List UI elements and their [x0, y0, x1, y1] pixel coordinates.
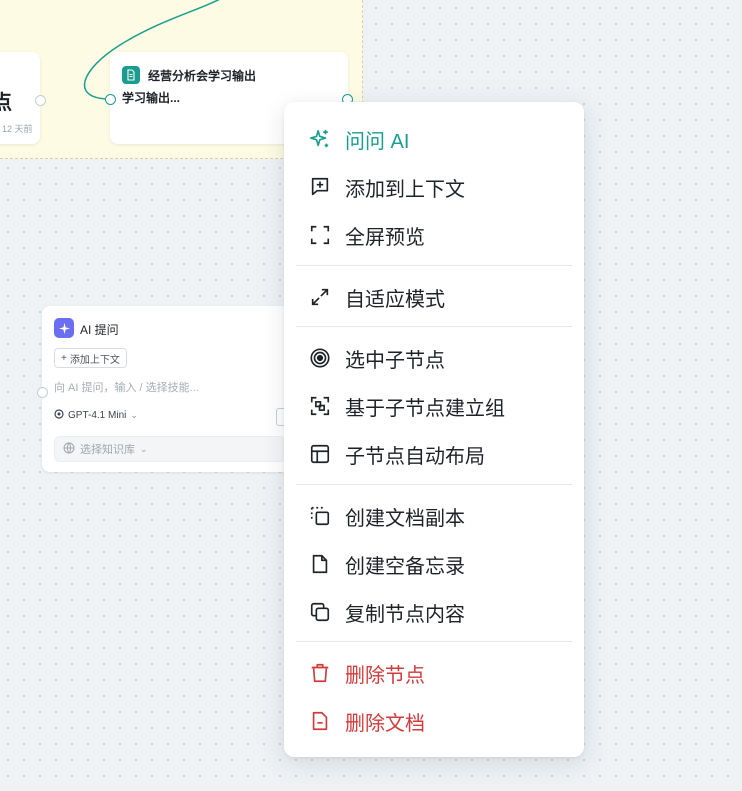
expand-icon — [309, 286, 331, 308]
menu-item-delete-document[interactable]: 删除文档 — [296, 701, 572, 741]
document-node-title: 经营分析会学习输出 — [148, 69, 257, 83]
node-timestamp: 12 天前 — [2, 124, 33, 134]
menu-divider — [296, 326, 572, 327]
menu-item-group-children[interactable]: 基于子节点建立组 — [296, 386, 572, 426]
menu-label: 自适应模式 — [345, 288, 445, 311]
menu-item-delete-node[interactable]: 删除节点 — [296, 653, 572, 693]
model-icon — [54, 409, 64, 422]
file-icon — [309, 553, 331, 575]
menu-label: 创建空备忘录 — [345, 555, 465, 578]
knowledge-base-label: 选择知识库 — [80, 444, 135, 456]
chevron-down-icon: ⌄ — [130, 410, 138, 420]
menu-divider — [296, 641, 572, 642]
sparkle-icon — [54, 318, 74, 338]
node-port-left[interactable] — [35, 95, 46, 106]
message-plus-icon — [309, 176, 331, 198]
context-menu: 问问 AI 添加到上下文 全屏预览 自适应模式 选中子节点 基于子节点建立组 子… — [284, 102, 584, 757]
menu-label: 子节点自动布局 — [345, 445, 485, 468]
document-node-preview: 学习输出... — [122, 91, 181, 105]
menu-label: 删除节点 — [345, 664, 425, 687]
copy-icon — [309, 601, 331, 623]
node-title-fragment: 点 — [0, 92, 12, 114]
ai-question-node[interactable]: AI 提问 + 添加上下文 向 AI 提问，输入 / 选择技能... GPT-4… — [42, 306, 292, 472]
menu-item-ask-ai[interactable]: 问问 AI — [296, 119, 572, 159]
node-port-ai[interactable] — [37, 387, 48, 398]
model-selector[interactable]: GPT-4.1 Mini ⌄ — [54, 409, 138, 422]
menu-divider — [296, 484, 572, 485]
file-minus-icon — [309, 710, 331, 732]
menu-label: 复制节点内容 — [345, 603, 465, 626]
menu-item-copy-node-content[interactable]: 复制节点内容 — [296, 592, 572, 632]
menu-label: 问问 AI — [345, 130, 410, 153]
fullscreen-icon — [309, 224, 331, 246]
menu-item-create-doc-copy[interactable]: 创建文档副本 — [296, 496, 572, 536]
chevron-down-icon: ⌄ — [140, 443, 148, 454]
copy-dashed-icon — [309, 505, 331, 527]
globe-icon — [63, 442, 75, 457]
menu-label: 添加到上下文 — [345, 178, 465, 201]
menu-item-auto-layout[interactable]: 子节点自动布局 — [296, 434, 572, 474]
menu-item-select-children[interactable]: 选中子节点 — [296, 338, 572, 378]
menu-item-fullscreen-preview[interactable]: 全屏预览 — [296, 215, 572, 255]
plus-icon: + — [61, 352, 67, 364]
add-context-button[interactable]: + 添加上下文 — [54, 348, 127, 368]
trash-icon — [309, 662, 331, 684]
group-scan-icon — [309, 395, 331, 417]
menu-item-adaptive-mode[interactable]: 自适应模式 — [296, 277, 572, 317]
model-name: GPT-4.1 Mini — [68, 410, 127, 421]
ai-node-title: AI 提问 — [80, 323, 119, 337]
menu-item-create-memo[interactable]: 创建空备忘录 — [296, 544, 572, 584]
menu-label: 全屏预览 — [345, 226, 425, 249]
knowledge-base-selector[interactable]: 选择知识库 ⌄ — [54, 436, 286, 462]
target-icon — [309, 347, 331, 369]
document-icon — [122, 66, 140, 84]
add-context-label: 添加上下文 — [69, 354, 120, 366]
menu-item-add-to-context[interactable]: 添加到上下文 — [296, 167, 572, 207]
menu-label: 删除文档 — [345, 712, 425, 735]
layout-icon — [309, 443, 331, 465]
ai-prompt-input[interactable]: 向 AI 提问，输入 / 选择技能... — [54, 379, 199, 395]
canvas-node-left[interactable]: 点 12 天前 — [0, 52, 40, 144]
menu-divider — [296, 265, 572, 266]
menu-label: 创建文档副本 — [345, 507, 465, 530]
menu-label: 基于子节点建立组 — [345, 397, 505, 420]
node-port-doc-in[interactable] — [105, 94, 116, 105]
menu-label: 选中子节点 — [345, 349, 445, 372]
sparkle-icon — [309, 128, 331, 150]
